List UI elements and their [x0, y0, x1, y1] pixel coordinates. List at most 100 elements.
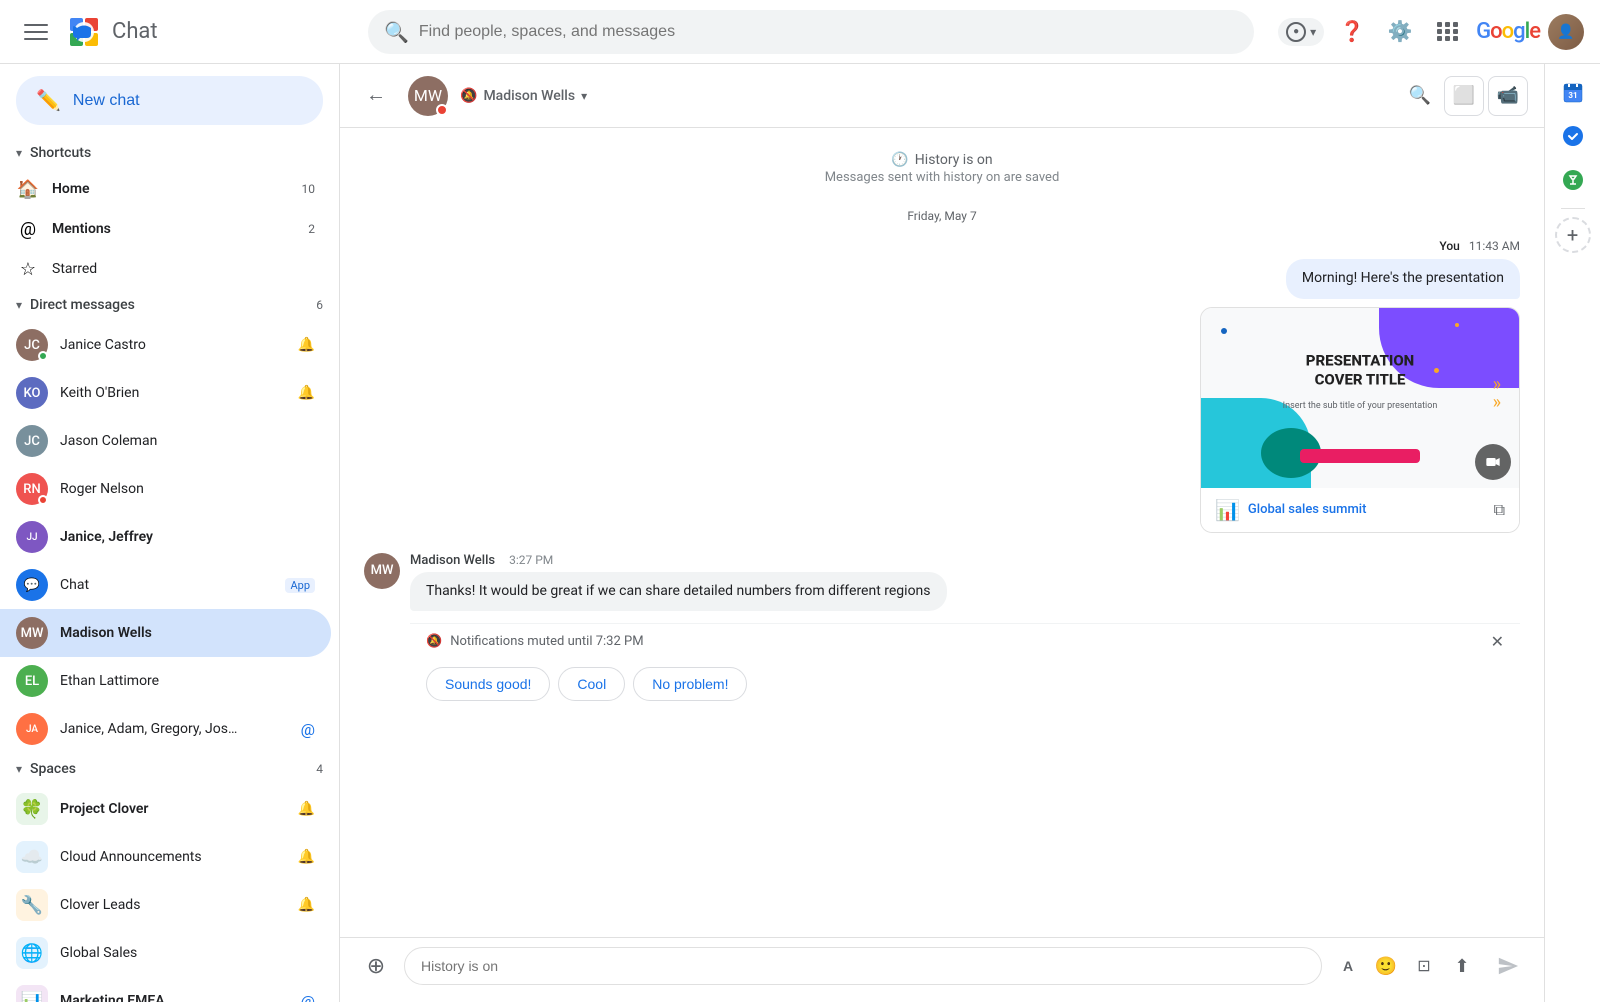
dismiss-mute-button[interactable]: ✕ [1491, 632, 1504, 651]
sidebar: ✏️ New chat ▾ Shortcuts 🏠 Home 10 @ Ment… [0, 64, 340, 1002]
home-icon: 🏠 [16, 177, 40, 201]
add-attachment-button[interactable]: ⊕ [356, 946, 396, 986]
meet-button-group[interactable]: ● ▾ [1278, 18, 1324, 46]
sidebar-item-starred[interactable]: ☆ Starred [0, 249, 331, 289]
upload-button[interactable]: ⬆ [1444, 948, 1480, 984]
search-bar[interactable]: 🔍 [368, 10, 1254, 54]
svg-text:31: 31 [1568, 91, 1577, 100]
dm-chevron-icon: ▾ [16, 298, 22, 312]
sidebar-item-project-clover[interactable]: 🍀 Project Clover 🔔 [0, 785, 331, 833]
msg-bubble-outgoing: Morning! Here's the presentation [1286, 259, 1520, 299]
search-input[interactable] [419, 23, 1238, 41]
sidebar-item-clover-leads[interactable]: 🔧 Clover Leads 🔔 [0, 881, 331, 929]
right-app-calendar[interactable]: 31 [1553, 72, 1593, 112]
starred-label: Starred [52, 261, 315, 277]
message-group-incoming: MW Madison Wells 3:27 PM Thanks! It woul… [364, 553, 1520, 714]
sidebar-item-janice-jeffrey[interactable]: JJ Janice, Jeffrey [0, 513, 331, 561]
keith-obrien-label: Keith O'Brien [60, 385, 286, 401]
cloud-bell-icon: 🔔 [298, 849, 315, 865]
sidebar-item-roger-nelson[interactable]: RN Roger Nelson [0, 465, 331, 513]
chat-area: ← MW 🔕 Madison Wells ▾ 🔍 ⬜ 📹 🕐 [340, 64, 1544, 1002]
new-chat-button[interactable]: ✏️ New chat [16, 76, 323, 125]
history-banner-title: 🕐 History is on [364, 152, 1520, 168]
sidebar-item-madison-wells[interactable]: MW Madison Wells [0, 609, 331, 657]
history-banner-sub: Messages sent with history on are saved [364, 170, 1520, 185]
pres-video-btn[interactable] [1475, 444, 1511, 480]
notif-muted-bar: 🔕 Notifications muted until 7:32 PM ✕ [410, 623, 1520, 659]
dm-section-header[interactable]: ▾ Direct messages 6 [0, 289, 339, 321]
settings-button[interactable]: ⚙️ [1380, 12, 1420, 52]
shortcuts-chevron-icon: ▾ [16, 146, 22, 160]
mention-button[interactable]: ⊡ [1406, 948, 1442, 984]
presentation-attachment[interactable]: »» PRESENTATIONCOVER TITLE Insert the su… [1200, 307, 1520, 533]
back-button[interactable]: ← [356, 76, 396, 116]
add-app-button[interactable]: + [1555, 217, 1591, 253]
apps-grid-icon [1437, 22, 1459, 41]
video-window-button[interactable]: ⬜ [1444, 76, 1484, 116]
janice-jeffrey-label: Janice, Jeffrey [60, 529, 315, 545]
meet-dropdown-icon: ▾ [1310, 25, 1316, 39]
video-call-button[interactable]: 📹 [1488, 76, 1528, 116]
janice-castro-label: Janice Castro [60, 337, 286, 353]
hamburger-button[interactable] [16, 12, 56, 52]
contact-name-text: Madison Wells [483, 88, 575, 104]
notif-muted-text: Notifications muted until 7:32 PM [450, 634, 643, 649]
chat-header: ← MW 🔕 Madison Wells ▾ 🔍 ⬜ 📹 [340, 64, 1544, 128]
dm-label: Direct messages [30, 297, 135, 313]
spaces-label: Spaces [30, 761, 76, 777]
sidebar-item-keith-obrien[interactable]: KO Keith O'Brien 🔔 [0, 369, 331, 417]
send-button[interactable] [1488, 946, 1528, 986]
sidebar-item-mentions[interactable]: @ Mentions 2 [0, 209, 331, 249]
mentions-label: Mentions [52, 221, 296, 237]
right-app-voice[interactable] [1553, 160, 1593, 200]
quick-reply-sounds-good[interactable]: Sounds good! [426, 667, 550, 701]
quick-reply-no-problem[interactable]: No problem! [633, 667, 747, 701]
mute-bell-icon: 🔕 [426, 634, 442, 649]
user-avatar[interactable]: 👤 [1548, 14, 1584, 50]
right-app-tasks[interactable] [1553, 116, 1593, 156]
sidebar-item-janice-group[interactable]: JA Janice, Adam, Gregory, Jose... @ [0, 705, 331, 753]
home-count: 10 [302, 182, 316, 196]
sidebar-item-jason-coleman[interactable]: JC Jason Coleman [0, 417, 331, 465]
sidebar-item-janice-castro[interactable]: JC Janice Castro 🔔 [0, 321, 331, 369]
messages-area: 🕐 History is on Messages sent with histo… [340, 128, 1544, 937]
message-group-outgoing: You 11:43 AM Morning! Here's the present… [364, 239, 1520, 533]
mentions-count: 2 [308, 222, 315, 236]
emoji-button[interactable]: 🙂 [1368, 948, 1404, 984]
slides-icon: 📊 [1215, 498, 1240, 522]
google-chat-logo [66, 14, 102, 50]
shortcuts-label: Shortcuts [30, 145, 91, 161]
shortcuts-section-header[interactable]: ▾ Shortcuts [0, 137, 339, 169]
format-text-button[interactable]: A [1330, 948, 1366, 984]
pres-yellow-dot2 [1455, 323, 1459, 327]
janice-castro-avatar: JC [16, 329, 48, 361]
clover-leads-label: Clover Leads [60, 897, 286, 913]
date-divider: Friday, May 7 [364, 209, 1520, 223]
help-button[interactable]: ❓ [1332, 12, 1372, 52]
pres-pink-bar [1300, 449, 1420, 463]
contact-name-header[interactable]: 🔕 Madison Wells ▾ [460, 88, 587, 104]
sidebar-item-home[interactable]: 🏠 Home 10 [0, 169, 331, 209]
topbar-left: Chat [16, 12, 356, 52]
sidebar-item-cloud-announcements[interactable]: ☁️ Cloud Announcements 🔔 [0, 833, 331, 881]
apps-button[interactable] [1428, 12, 1468, 52]
right-apps-panel: 31 + [1544, 64, 1600, 1002]
pres-title: PRESENTATIONCOVER TITLE [1260, 351, 1460, 390]
sidebar-item-global-sales[interactable]: 🌐 Global Sales [0, 929, 331, 977]
dm-count: 6 [316, 298, 323, 312]
sidebar-item-chat-app[interactable]: 💬 Chat App [0, 561, 331, 609]
sidebar-item-marketing-emea[interactable]: 📊 Marketing EMEA @ [0, 977, 331, 1002]
spaces-section-header[interactable]: ▾ Spaces 4 [0, 753, 339, 785]
sidebar-item-ethan-lattimore[interactable]: EL Ethan Lattimore [0, 657, 331, 705]
contact-name-dropdown-icon: ▾ [581, 89, 587, 103]
global-sales-label: Global Sales [60, 945, 315, 961]
search-chat-button[interactable]: 🔍 [1400, 76, 1440, 116]
message-input[interactable] [404, 947, 1322, 985]
pres-subtitle: Insert the sub title of your presentatio… [1270, 401, 1450, 411]
contact-avatar: MW [408, 76, 448, 116]
ethan-lattimore-label: Ethan Lattimore [60, 673, 315, 689]
quick-reply-cool[interactable]: Cool [558, 667, 625, 701]
jason-coleman-avatar: JC [16, 425, 48, 457]
msg-left-group: MW Madison Wells 3:27 PM Thanks! It woul… [364, 553, 1520, 612]
copy-icon[interactable]: ⧉ [1494, 500, 1505, 520]
